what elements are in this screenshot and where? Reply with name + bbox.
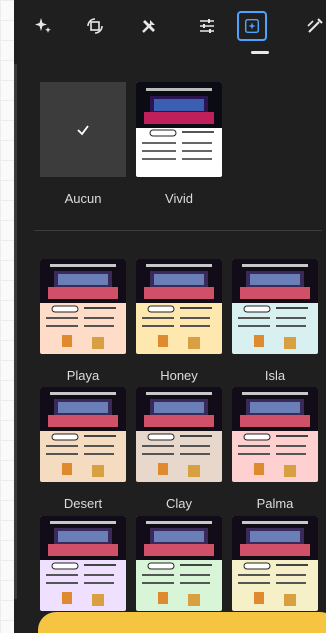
- filter-preview: [232, 259, 318, 354]
- filter-vivid[interactable]: Vivid: [136, 82, 222, 206]
- filter-option[interactable]: Clay: [136, 387, 222, 511]
- active-tool-indicator: [251, 51, 269, 54]
- filter-preview: [136, 387, 222, 482]
- filter-preview: [232, 516, 318, 611]
- markup-icon[interactable]: [300, 11, 326, 41]
- filter-option[interactable]: [136, 516, 222, 625]
- filter-panel: Aucun Vivid Playa Honey Isla Desert Clay…: [14, 0, 326, 633]
- filter-preview: [232, 387, 318, 482]
- filter-label: Clay: [165, 496, 192, 511]
- filter-none-preview: [40, 82, 126, 177]
- filter-none[interactable]: Aucun: [40, 82, 126, 206]
- tools-icon[interactable]: [134, 11, 164, 41]
- editor-toolbar: [14, 0, 326, 56]
- filter-preview: [40, 516, 126, 611]
- filter-option[interactable]: Honey: [136, 259, 222, 383]
- filter-preview: [40, 387, 126, 482]
- section-divider: [34, 230, 322, 231]
- filter-label: Isla: [264, 368, 286, 383]
- filters-icon[interactable]: [237, 11, 267, 41]
- filter-preview: [136, 516, 222, 611]
- filter-option[interactable]: [40, 516, 126, 625]
- filter-option[interactable]: Playa: [40, 259, 126, 383]
- filter-option[interactable]: Palma: [232, 387, 318, 511]
- filter-label: Palma: [256, 496, 294, 511]
- checkmark-icon: [77, 124, 89, 135]
- scrollbar[interactable]: [14, 64, 17, 599]
- filter-option[interactable]: [232, 516, 318, 625]
- crop-rotate-icon[interactable]: [80, 11, 110, 41]
- apply-button[interactable]: [38, 612, 326, 633]
- filter-option[interactable]: Isla: [232, 259, 318, 383]
- filter-label: Honey: [160, 368, 198, 383]
- filter-preview: [136, 259, 222, 354]
- filter-label: Desert: [63, 496, 103, 511]
- filter-label: Vivid: [165, 191, 193, 206]
- filter-label: Playa: [66, 368, 100, 383]
- filter-option[interactable]: Desert: [40, 387, 126, 511]
- adjust-sliders-icon[interactable]: [192, 11, 222, 41]
- filter-label: Aucun: [64, 191, 102, 206]
- filter-preview: [136, 82, 222, 177]
- filter-preview: [40, 259, 126, 354]
- sparkle-auto-icon[interactable]: [28, 11, 58, 41]
